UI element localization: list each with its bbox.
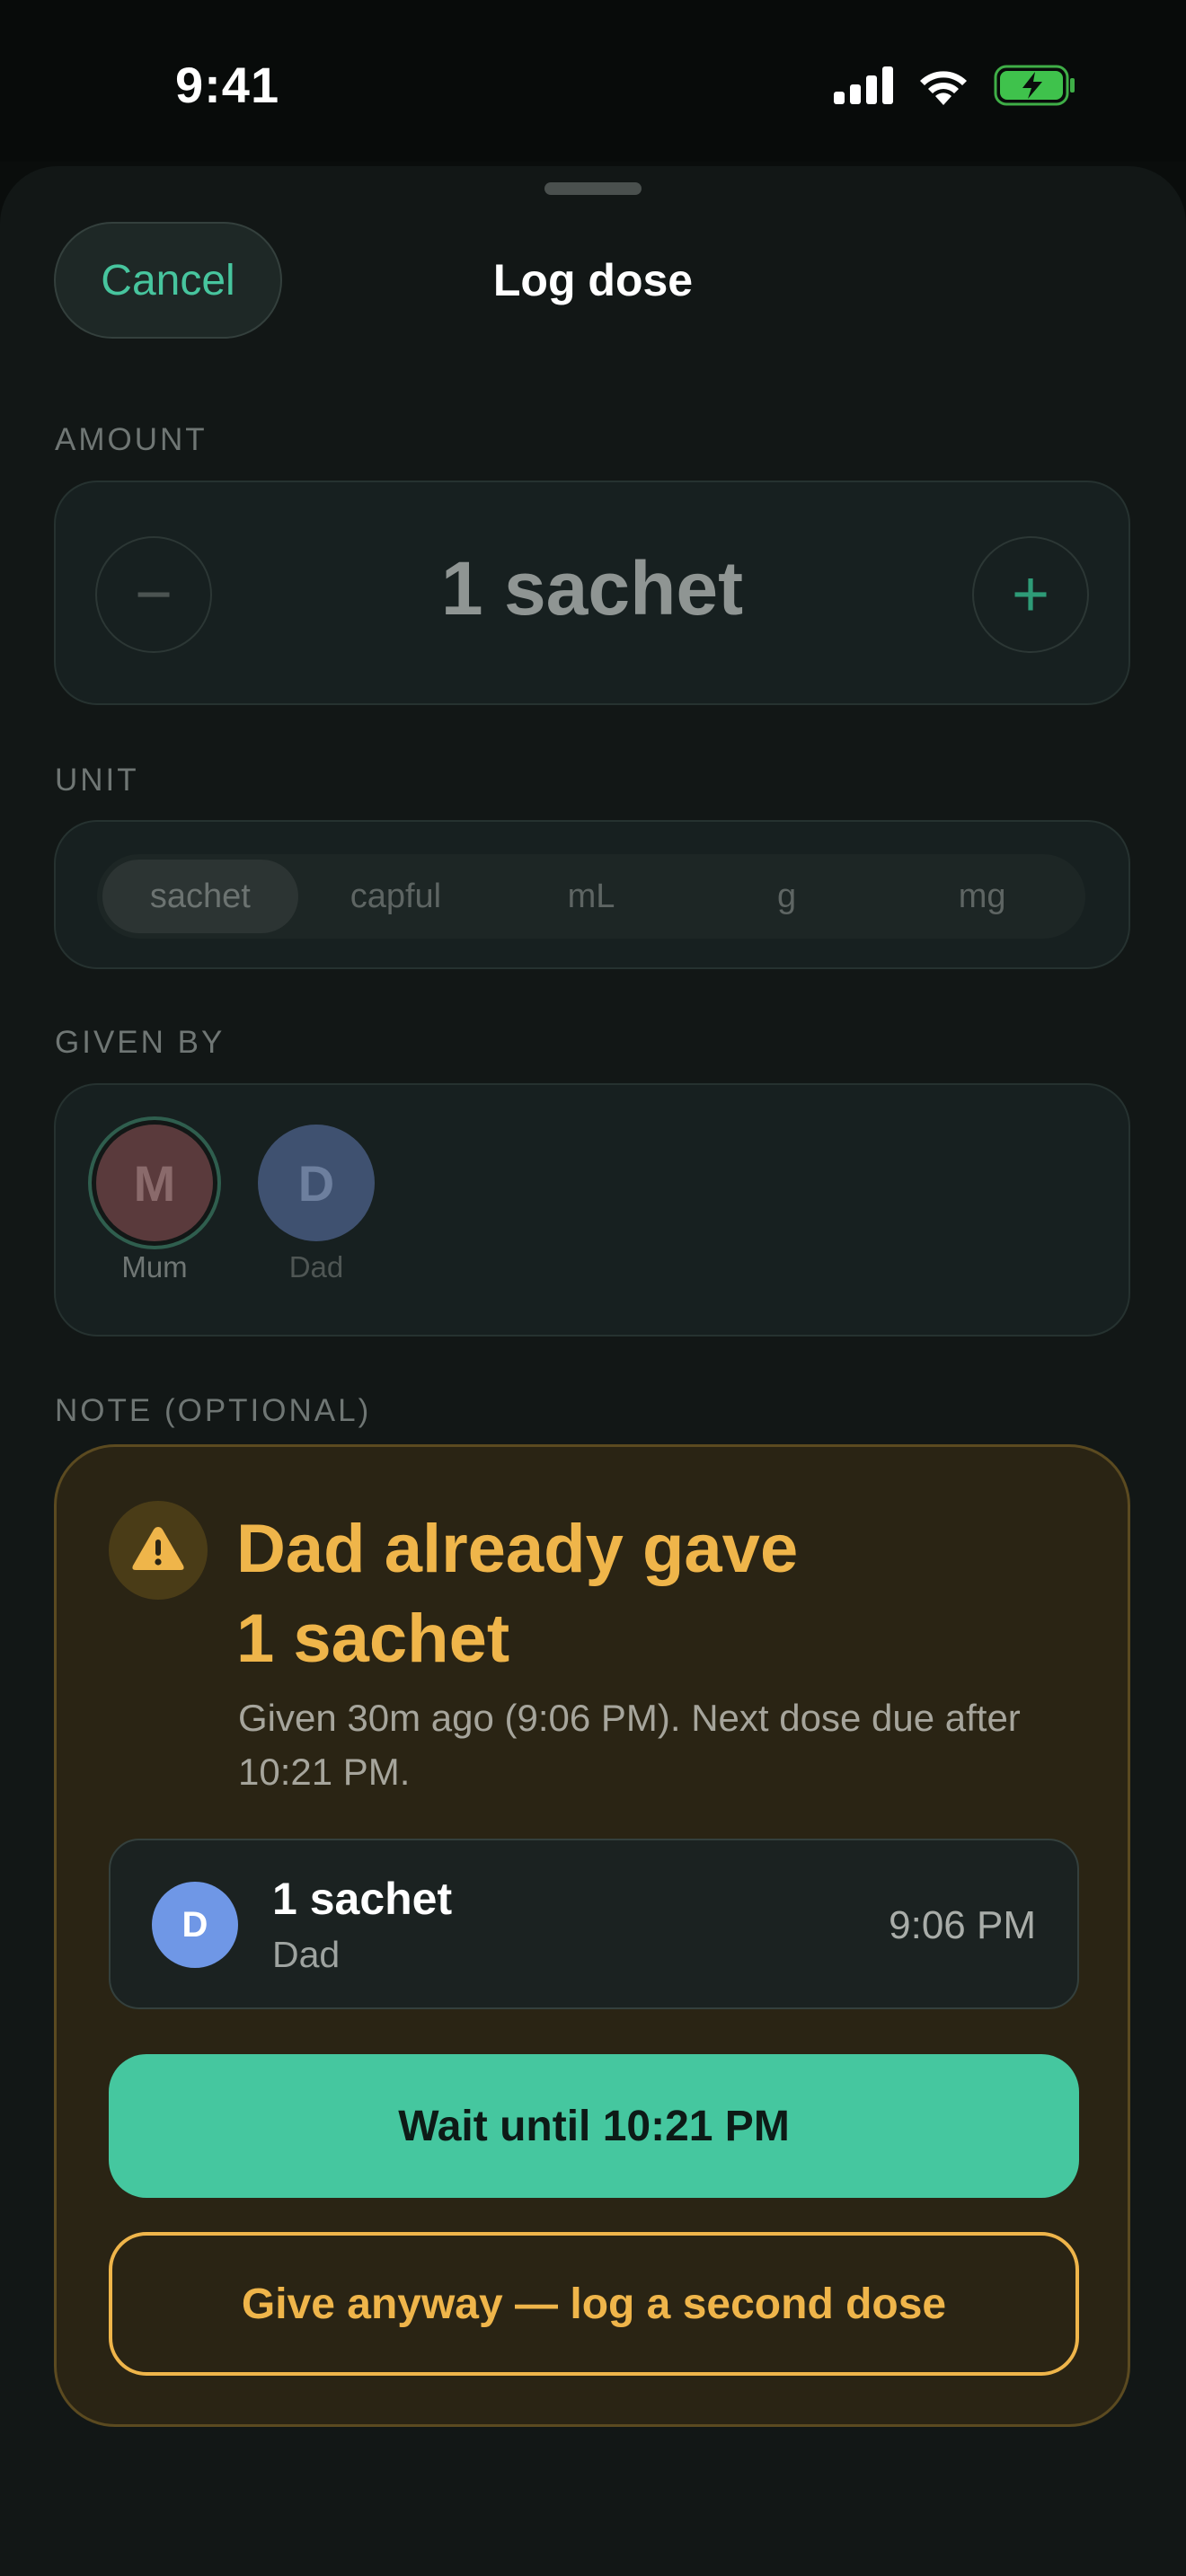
previous-dose-row: D 1 sachet Dad 9:06 PM: [109, 1839, 1079, 2009]
person-mum[interactable]: M Mum: [92, 1125, 217, 1284]
sheet-title: Log dose: [492, 255, 694, 305]
sheet-grabber[interactable]: [544, 182, 642, 195]
duplicate-dose-warning: Dad already gave 1 sachet Given 30m ago …: [54, 1444, 1130, 2427]
avatar-dad-dose: D: [152, 1882, 238, 1968]
warning-title-line2: 1 sachet: [236, 1601, 510, 1677]
previous-dose-time: 9:06 PM: [889, 1903, 1036, 1947]
previous-dose-given-by: Dad: [272, 1934, 341, 1975]
unit-option-sachet[interactable]: sachet: [102, 860, 298, 933]
amount-value: 1 sachet: [440, 546, 744, 631]
unit-option-g[interactable]: g: [689, 860, 885, 933]
amount-label: AMOUNT: [55, 422, 208, 457]
person-dad[interactable]: D Dad: [253, 1125, 379, 1284]
status-icons: [834, 65, 1076, 110]
previous-dose-amount: 1 sachet: [272, 1874, 453, 1924]
warning-triangle-icon: [131, 1524, 185, 1577]
note-label: NOTE (OPTIONAL): [55, 1393, 372, 1428]
wait-button[interactable]: Wait until 10:21 PM: [109, 2054, 1079, 2198]
person-name-mum: Mum: [121, 1250, 188, 1284]
unit-label: UNIT: [55, 763, 139, 798]
avatar-dad: D: [258, 1125, 375, 1241]
avatar-mum: M: [96, 1125, 213, 1241]
warning-title-line1: Dad already gave: [236, 1511, 799, 1587]
unit-option-ml[interactable]: mL: [493, 860, 689, 933]
increase-amount-button[interactable]: +: [972, 536, 1089, 653]
cellular-signal-icon: [834, 66, 893, 109]
unit-segmented-control: sachet capful mL g mg: [97, 854, 1085, 939]
given-by-label: GIVEN BY: [55, 1025, 226, 1060]
status-bar: 9:41: [0, 0, 1186, 162]
unit-card: sachet capful mL g mg: [54, 820, 1130, 969]
given-by-card: M Mum D Dad: [54, 1083, 1130, 1337]
wifi-icon: [916, 66, 970, 110]
person-name-dad: Dad: [288, 1250, 344, 1284]
give-anyway-button[interactable]: Give anyway — log a second dose: [109, 2232, 1079, 2376]
unit-option-capful[interactable]: capful: [298, 860, 494, 933]
plus-icon: +: [1011, 559, 1050, 631]
warning-subtitle: Given 30m ago (9:06 PM). Next dose due a…: [238, 1697, 1021, 1793]
amount-card: − 1 sachet +: [54, 481, 1130, 705]
warning-icon-badge: [109, 1501, 208, 1600]
unit-option-mg[interactable]: mg: [884, 860, 1080, 933]
battery-charging-icon: [994, 65, 1076, 110]
status-time: 9:41: [175, 57, 280, 113]
warning-title: Dad already gave 1 sachet: [236, 1504, 1045, 1684]
